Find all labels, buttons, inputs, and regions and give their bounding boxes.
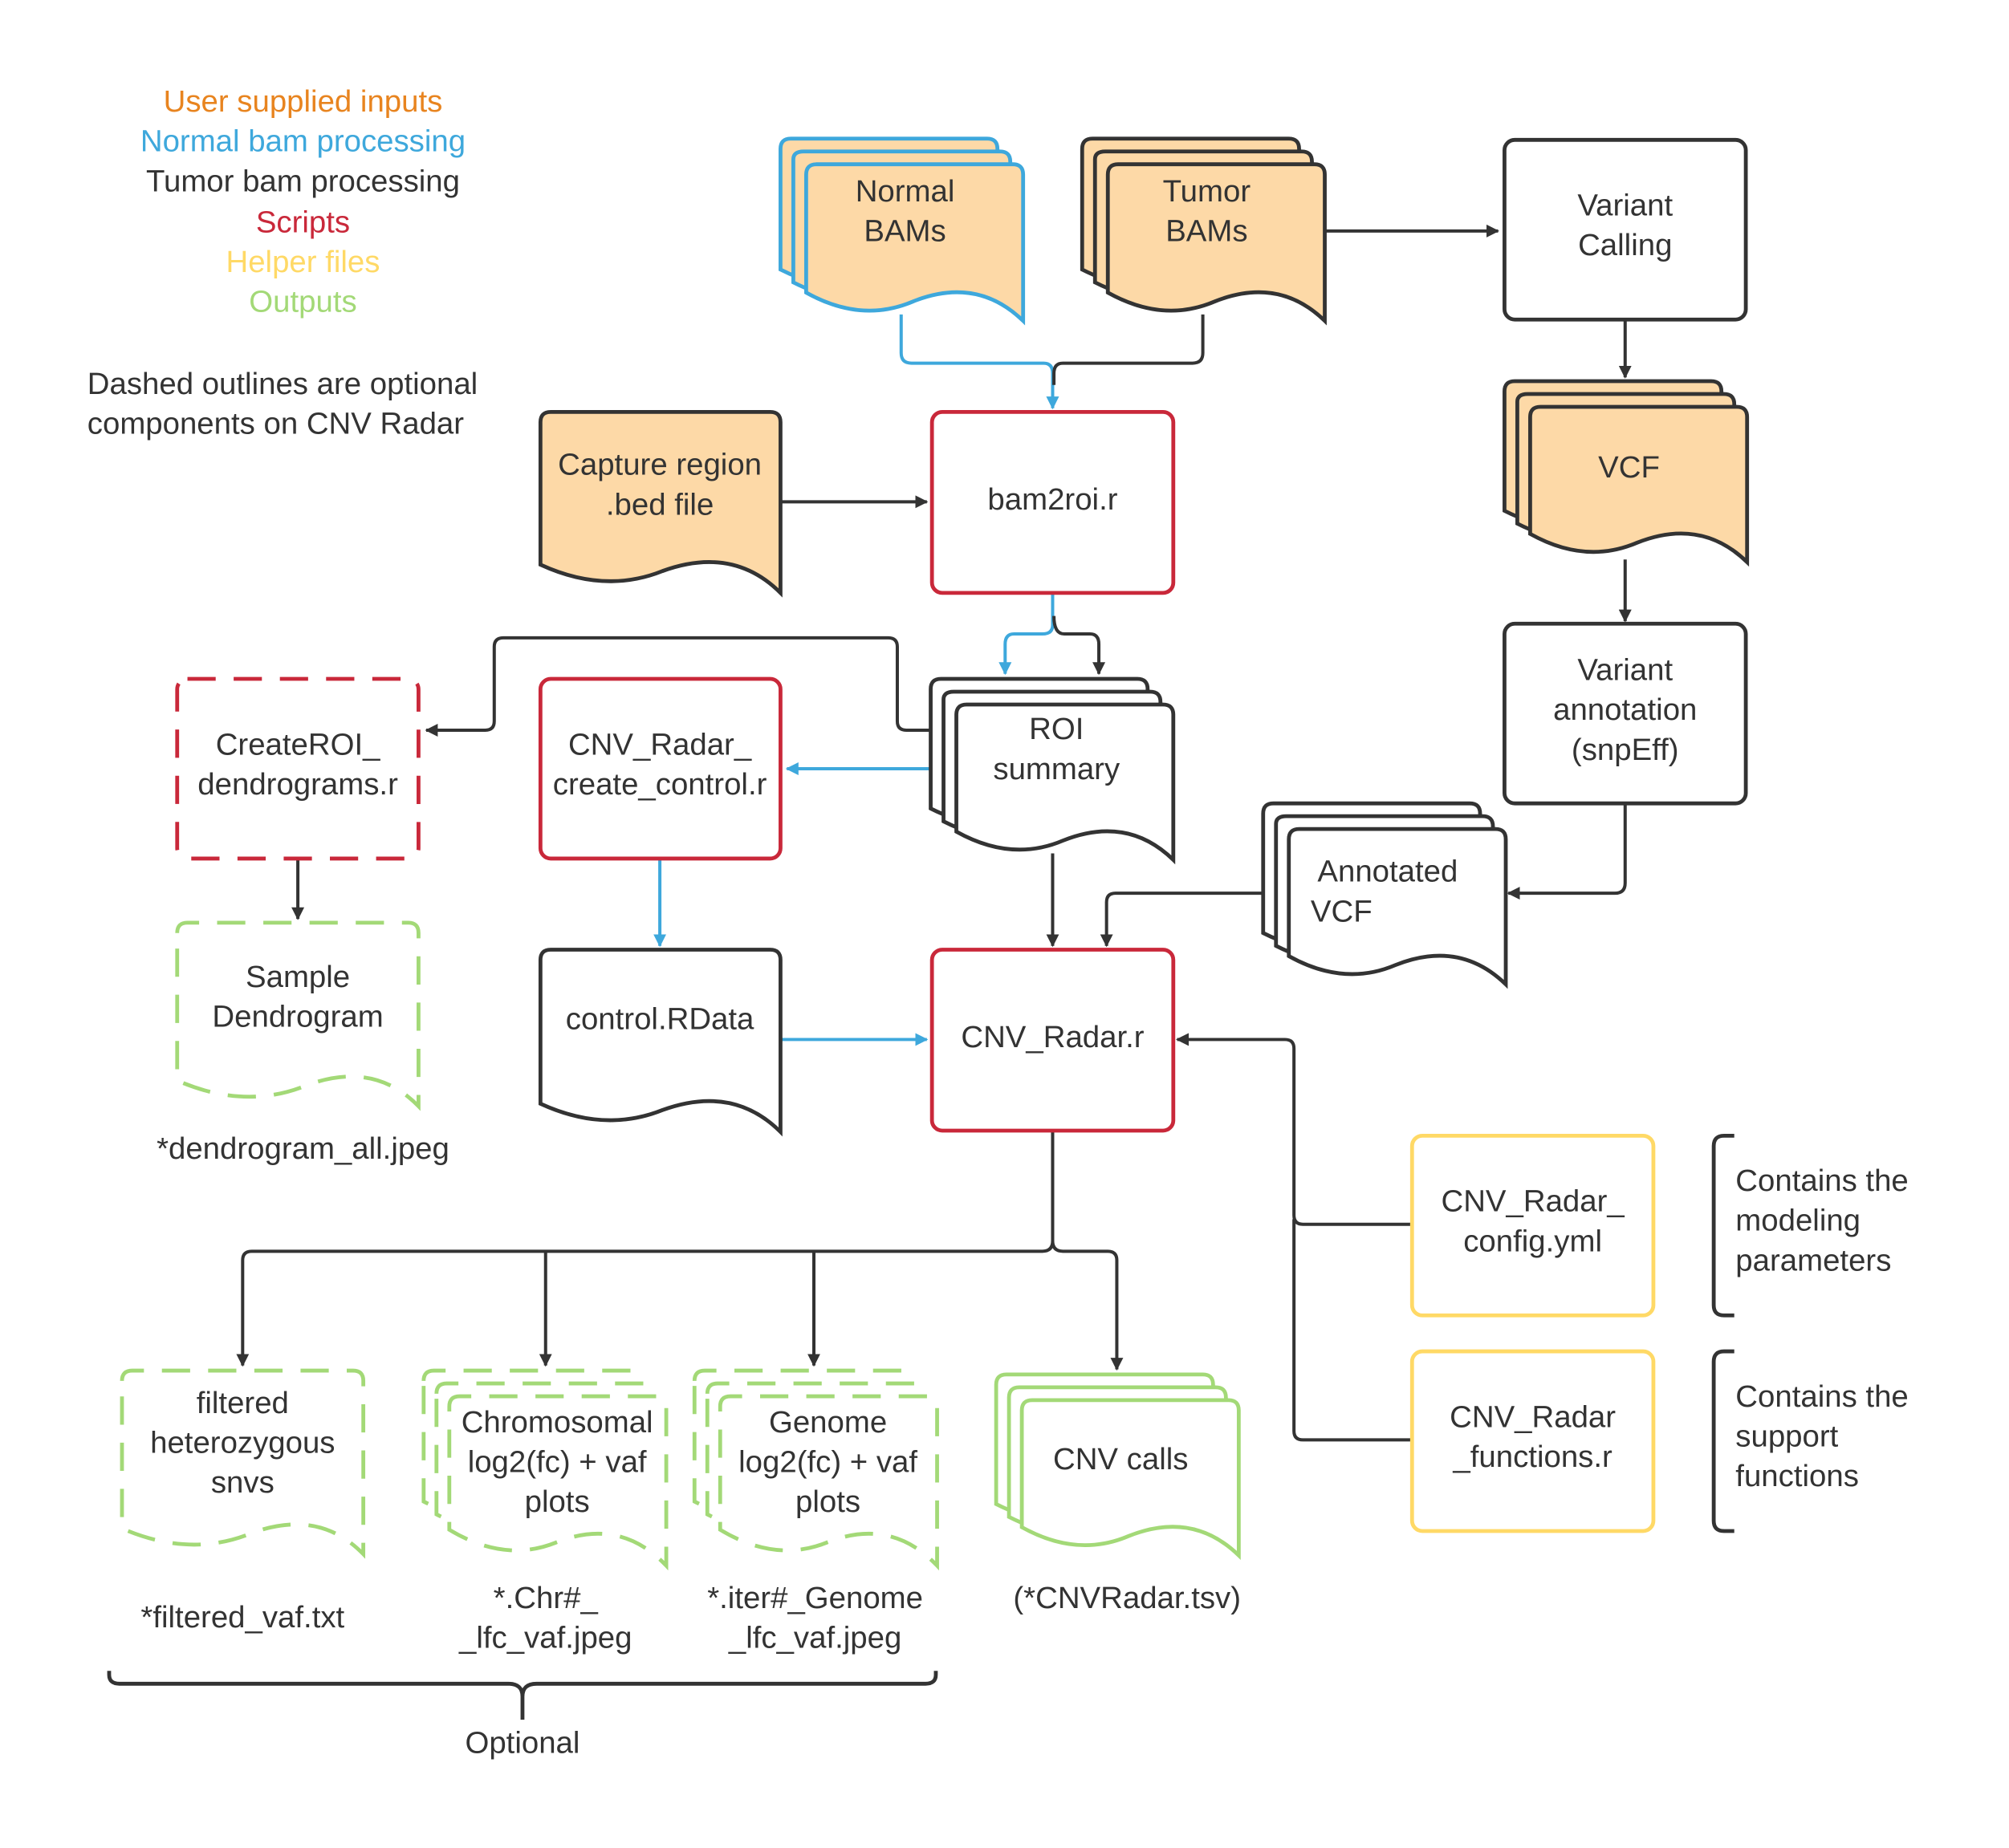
node-create-roi-dendrograms[interactable]: CreateROI_ dendrograms.r — [175, 676, 421, 861]
cnv-file-caption: (*CNVRadar.tsv) — [1013, 1581, 1241, 1615]
edge-annotated-vcf-to-cnv-radar — [1100, 892, 1263, 948]
normal-bams-label-2: BAMs — [864, 214, 946, 249]
dendrogram-file-caption: *dendrogram_all.jpeg — [157, 1131, 449, 1166]
genome-plots-label-2: log2(fc) + vaf — [738, 1444, 917, 1479]
create-control-label-1: CNV_Radar_ — [568, 727, 752, 762]
node-vcf[interactable]: VCF — [1503, 379, 1750, 567]
config-bracket — [1711, 1133, 1734, 1318]
node-config-yml[interactable]: CNV_Radar_ config.yml — [1409, 1133, 1656, 1318]
legend-normal: Normal bam processing — [140, 124, 466, 159]
legend-helper: Helper files — [226, 245, 380, 279]
functions-note-line1: Contains the — [1735, 1379, 1908, 1414]
create-roi-label-1: CreateROI_ — [216, 727, 380, 762]
legend-scripts: Scripts — [256, 205, 350, 239]
config-yml-label-1: CNV_Radar_ — [1441, 1184, 1625, 1219]
capture-bed-label-1: Capture region — [558, 448, 762, 482]
genome-file-caption-2: _lfc_vaf.jpeg — [728, 1621, 901, 1655]
chrom-plots-label-1: Chromosomal — [462, 1405, 653, 1440]
annotated-vcf-label-2: VCF — [1311, 894, 1373, 928]
chrom-file-caption-1: *.Chr#_ — [494, 1581, 599, 1615]
node-tumor-bams[interactable]: Tumor BAMs — [1080, 136, 1327, 326]
optional-brace: Optional — [107, 1671, 938, 1761]
functions-note-line2: support — [1735, 1419, 1838, 1453]
edge-cnv-radar-to-filtered — [236, 1131, 1055, 1367]
functions-note: Contains the support functions — [1711, 1349, 1909, 1533]
edge-bam2roi-to-roi-tumor — [1052, 615, 1106, 676]
edge-functions-to-cnv-radar — [1292, 1219, 1411, 1442]
node-chrom-plots[interactable]: Chromosomal log2(fc) + vaf plots — [421, 1368, 669, 1571]
chrom-plots-label-3: plots — [525, 1484, 590, 1519]
node-functions-r[interactable]: CNV_Radar _functions.r — [1409, 1349, 1656, 1533]
optional-brace-line — [107, 1671, 938, 1720]
edge-cnv-radar-to-cnv-calls — [1051, 1241, 1124, 1371]
variant-annotation-label-1: Variant — [1577, 653, 1673, 688]
filtered-snvs-label-2: heterozygous — [150, 1425, 335, 1460]
cnv-radar-label: CNV_Radar.r — [961, 1020, 1144, 1054]
node-normal-bams[interactable]: Normal BAMs — [779, 136, 1026, 326]
node-roi-summary[interactable]: ROI summary — [929, 676, 1176, 865]
cnv-radar-workflow-diagram: User supplied inputs Normal bam processi… — [87, 84, 1909, 1761]
legend-note-line2: components on CNV Radar — [87, 407, 464, 441]
config-note: Contains the modeling parameters — [1711, 1133, 1909, 1318]
edge-config-to-cnv-radar — [1176, 1033, 1411, 1226]
genome-plots-label-1: Genome — [769, 1405, 887, 1440]
node-cnv-radar[interactable]: CNV_Radar.r — [929, 948, 1176, 1133]
node-bam2roi[interactable]: bam2roi.r — [929, 409, 1176, 595]
roi-summary-label-2: summary — [993, 752, 1120, 786]
legend: User supplied inputs Normal bam processi… — [87, 84, 478, 441]
genome-plots-label-3: plots — [795, 1484, 860, 1519]
edge-annotation-to-annotated-vcf — [1507, 803, 1627, 900]
tumor-bams-label-1: Tumor — [1163, 174, 1251, 209]
variant-annotation-label-2: annotation — [1553, 692, 1697, 727]
node-cnv-calls[interactable]: CNV calls — [994, 1372, 1241, 1561]
config-note-line1: Contains the — [1735, 1164, 1908, 1198]
edge-bam2roi-to-roi-normal — [998, 592, 1055, 676]
cnv-calls-label: CNV calls — [1053, 1442, 1188, 1476]
variant-calling-label-1: Variant — [1577, 189, 1673, 223]
edge-normal-to-bam2roi — [899, 314, 1059, 410]
create-control-label-2: create_control.r — [553, 767, 767, 802]
legend-user-inputs: User supplied inputs — [164, 84, 443, 119]
node-annotated-vcf[interactable]: Annotated VCF — [1261, 801, 1508, 989]
node-sample-dendrogram[interactable]: Sample Dendrogram — [175, 920, 421, 1111]
chrom-plots-label-2: log2(fc) + vaf — [468, 1444, 647, 1479]
filtered-file-caption: *filtered_vaf.txt — [140, 1600, 344, 1635]
variant-annotation-label-3: (snpEff) — [1572, 733, 1679, 767]
bam2roi-label: bam2roi.r — [987, 482, 1117, 517]
node-capture-bed[interactable]: Capture region .bed file — [538, 409, 783, 598]
genome-file-caption-1: *.iter#_Genome — [707, 1581, 923, 1615]
roi-summary-label-1: ROI — [1029, 712, 1084, 746]
normal-bams-label-1: Normal — [856, 174, 955, 209]
node-control-rdata[interactable]: control.RData — [538, 948, 783, 1137]
config-note-line2: modeling — [1735, 1204, 1861, 1238]
optional-label: Optional — [465, 1726, 580, 1761]
filtered-snvs-label-1: filtered — [197, 1386, 289, 1420]
vcf-label: VCF — [1598, 450, 1660, 485]
config-note-line3: parameters — [1735, 1243, 1891, 1277]
edge-tumor-to-bam2roi — [1052, 314, 1205, 385]
legend-tumor: Tumor bam processing — [146, 164, 460, 198]
functions-bracket — [1711, 1349, 1734, 1533]
filtered-snvs-label-3: snvs — [211, 1465, 275, 1500]
capture-bed-label-2: .bed file — [606, 487, 714, 522]
node-filtered-snvs[interactable]: filtered heterozygous snvs — [120, 1368, 366, 1559]
control-rdata-label: control.RData — [566, 1002, 754, 1037]
tumor-bams-label-2: BAMs — [1165, 214, 1247, 249]
legend-note-line1: Dashed outlines are optional — [87, 367, 478, 401]
node-create-control[interactable]: CNV_Radar_ create_control.r — [538, 676, 783, 861]
chrom-file-caption-2: _lfc_vaf.jpeg — [458, 1621, 632, 1655]
variant-calling-label-2: Calling — [1578, 228, 1672, 262]
functions-r-label-2: _functions.r — [1452, 1440, 1612, 1474]
functions-note-line3: functions — [1735, 1459, 1859, 1493]
node-variant-annotation[interactable]: Variant annotation (snpEff) — [1503, 621, 1748, 806]
config-yml-label-2: config.yml — [1463, 1224, 1602, 1258]
sample-dendrogram-label-1: Sample — [246, 960, 350, 994]
annotated-vcf-label-1: Annotated — [1317, 855, 1458, 889]
sample-dendrogram-label-2: Dendrogram — [212, 999, 383, 1034]
legend-outputs: Outputs — [249, 285, 356, 319]
functions-r-label-1: CNV_Radar — [1450, 1399, 1616, 1434]
node-variant-calling[interactable]: Variant Calling — [1503, 137, 1748, 322]
node-genome-plots[interactable]: Genome log2(fc) + vaf plots — [692, 1368, 939, 1571]
create-roi-label-2: dendrograms.r — [197, 767, 398, 802]
